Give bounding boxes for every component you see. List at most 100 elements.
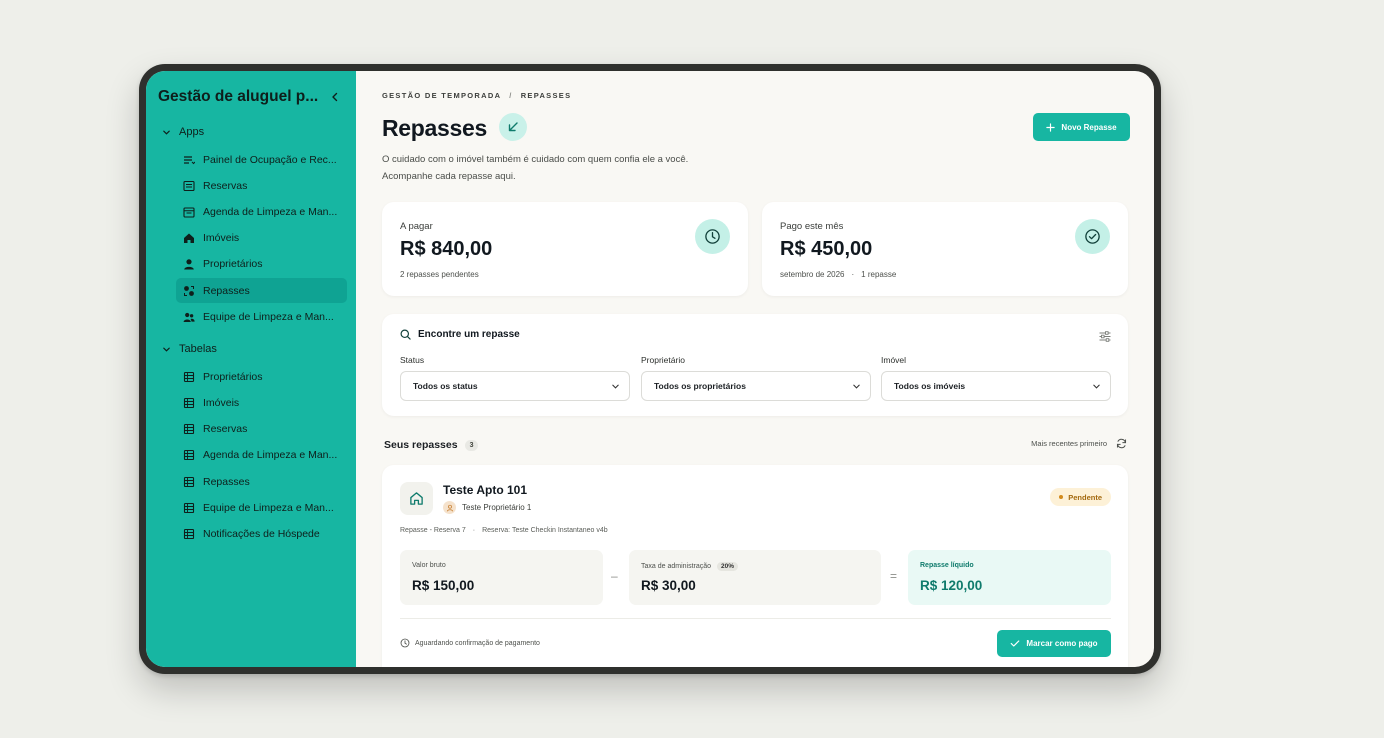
breadcrumb: GESTÃO DE TEMPORADA / REPASSES bbox=[382, 91, 571, 100]
minus-operator: – bbox=[611, 569, 618, 583]
owner-select-value: Todos os proprietários bbox=[654, 381, 746, 391]
list-lines-icon bbox=[183, 154, 195, 166]
stat-card-a-pagar: A pagar R$ 840,00 2 repasses pendentes bbox=[382, 202, 748, 296]
mark-as-paid-label: Marcar como pago bbox=[1026, 639, 1098, 648]
sidebar-item-label: Proprietários bbox=[203, 370, 263, 383]
stat-subtext-item: 1 repasse bbox=[861, 270, 897, 279]
sidebar-table-equipe[interactable]: Equipe de Limpeza e Man... bbox=[176, 495, 347, 520]
stat-label: A pagar bbox=[400, 221, 433, 232]
count-badge: 3 bbox=[464, 439, 479, 451]
reference-row: Repasse - Reserva 7 · Reserva: Teste Che… bbox=[400, 527, 608, 534]
users-icon bbox=[183, 311, 195, 323]
sidebar-item-label: Notificações de Hóspede bbox=[203, 527, 320, 540]
card-divider bbox=[400, 618, 1111, 619]
plus-icon bbox=[1046, 122, 1056, 132]
app-window: Gestão de aluguel p... Apps Painel de Oc… bbox=[146, 71, 1154, 667]
fee-label: Taxa de administração bbox=[641, 563, 712, 570]
chevron-down-icon bbox=[612, 384, 619, 389]
sidebar-item-label: Equipe de Limpeza e Man... bbox=[203, 310, 334, 323]
stat-subtext-item: setembro de 2026 bbox=[780, 270, 845, 279]
breadcrumb-item-current: REPASSES bbox=[520, 91, 572, 100]
sidebar-item-label: Agenda de Limpeza e Man... bbox=[203, 205, 338, 218]
filter-title: Encontre um repasse bbox=[400, 329, 520, 340]
sidebar-table-notificacoes[interactable]: Notificações de Hóspede bbox=[176, 521, 347, 546]
mark-as-paid-button[interactable]: Marcar como pago bbox=[997, 630, 1111, 657]
check-circle-icon bbox=[1075, 219, 1110, 254]
sidebar-item-label: Repasses bbox=[203, 284, 250, 297]
sidebar-table-reservas[interactable]: Reservas bbox=[176, 416, 347, 441]
filter-card: Encontre um repasse Status Todos os stat… bbox=[382, 314, 1128, 416]
repasse-reference: Repasse - Reserva 7 bbox=[400, 527, 466, 534]
sidebar-item-label: Imóveis bbox=[203, 231, 240, 244]
sort-control[interactable]: Mais recentes primeiro bbox=[1031, 438, 1127, 449]
search-icon bbox=[400, 329, 411, 340]
sidebar-item-label: Proprietários bbox=[203, 257, 263, 270]
sidebar-item-equipe[interactable]: Equipe de Limpeza e Man... bbox=[176, 304, 347, 329]
sidebar-item-painel[interactable]: Painel de Ocupação e Rec... bbox=[176, 147, 347, 172]
device-frame: Gestão de aluguel p... Apps Painel de Oc… bbox=[139, 64, 1161, 674]
sidebar-item-proprietarios[interactable]: Proprietários bbox=[176, 251, 347, 276]
stat-card-pago-mes: Pago este mês R$ 450,00 setembro de 2026… bbox=[762, 202, 1128, 296]
sidebar-section-label: Apps bbox=[179, 126, 205, 138]
table-icon bbox=[183, 502, 195, 514]
sliders-icon[interactable] bbox=[1099, 329, 1111, 347]
reference-separator: · bbox=[472, 527, 476, 534]
sidebar-title: Gestão de aluguel p... bbox=[158, 88, 319, 105]
status-select[interactable]: Todos os status bbox=[400, 371, 630, 401]
sidebar-table-proprietarios[interactable]: Proprietários bbox=[176, 364, 347, 389]
sidebar-item-label: Agenda de Limpeza e Man... bbox=[203, 448, 338, 461]
stat-subtext: setembro de 2026 · 1 repasse bbox=[780, 270, 896, 279]
home-icon bbox=[183, 232, 195, 244]
sidebar: Gestão de aluguel p... Apps Painel de Oc… bbox=[146, 71, 356, 667]
calendar-icon bbox=[183, 206, 195, 218]
new-repasse-button[interactable]: Novo Repasse bbox=[1033, 113, 1130, 141]
subtitle-line: O cuidado com o imóvel também é cuidado … bbox=[382, 154, 689, 165]
list-box-icon bbox=[183, 180, 195, 192]
owner-filter-label: Proprietário bbox=[641, 355, 685, 365]
new-repasse-button-label: Novo Repasse bbox=[1061, 122, 1117, 132]
status-badge: Pendente bbox=[1050, 488, 1111, 506]
list-header: Seus repasses 3 bbox=[384, 439, 479, 451]
breadcrumb-item-root[interactable]: GESTÃO DE TEMPORADA bbox=[382, 91, 501, 100]
sidebar-table-imoveis[interactable]: Imóveis bbox=[176, 390, 347, 415]
sidebar-section-tabelas[interactable]: Tabelas bbox=[162, 343, 217, 355]
net-value-box: Repasse líquido R$ 120,00 bbox=[908, 550, 1111, 605]
gross-value-box: Valor bruto R$ 150,00 bbox=[400, 550, 603, 605]
main-content: GESTÃO DE TEMPORADA / REPASSES Repasses … bbox=[356, 71, 1154, 667]
owner-select[interactable]: Todos os proprietários bbox=[641, 371, 871, 401]
status-badge-label: Pendente bbox=[1068, 492, 1102, 502]
table-icon bbox=[183, 423, 195, 435]
sidebar-table-repasses[interactable]: Repasses bbox=[176, 469, 347, 494]
sidebar-header: Gestão de aluguel p... bbox=[158, 86, 344, 108]
fee-label-row: Taxa de administração 20% bbox=[641, 562, 739, 571]
arrow-down-left-icon bbox=[499, 113, 527, 141]
breadcrumb-separator: / bbox=[509, 91, 513, 100]
repasse-card[interactable]: Teste Apto 101 Teste Proprietário 1 Pend… bbox=[382, 465, 1128, 667]
chevron-down-icon bbox=[163, 130, 170, 135]
sort-label: Mais recentes primeiro bbox=[1031, 439, 1107, 448]
stat-subtext-item: 2 repasses pendentes bbox=[400, 270, 479, 279]
table-icon bbox=[183, 528, 195, 540]
owner-row: Teste Proprietário 1 bbox=[443, 501, 531, 514]
sidebar-section-apps[interactable]: Apps bbox=[162, 126, 204, 138]
owner-name: Teste Proprietário 1 bbox=[462, 503, 532, 512]
sidebar-item-imoveis[interactable]: Imóveis bbox=[176, 225, 347, 250]
sidebar-item-reservas[interactable]: Reservas bbox=[176, 173, 347, 198]
chevron-left-icon[interactable] bbox=[326, 88, 344, 106]
filter-title-label: Encontre um repasse bbox=[418, 329, 520, 340]
status-select-value: Todos os status bbox=[413, 381, 478, 391]
sidebar-table-agenda[interactable]: Agenda de Limpeza e Man... bbox=[176, 442, 347, 467]
property-select[interactable]: Todos os imóveis bbox=[881, 371, 1111, 401]
stat-value: R$ 450,00 bbox=[780, 238, 873, 260]
reservation-reference: Reserva: Teste Checkin Instantaneo v4b bbox=[482, 527, 608, 534]
fee-percent-badge: 20% bbox=[717, 562, 739, 571]
awaiting-label: Aguardando confirmação de pagamento bbox=[415, 639, 540, 647]
property-filter-label: Imóvel bbox=[881, 355, 907, 365]
sidebar-item-repasses[interactable]: Repasses bbox=[176, 278, 347, 303]
net-label: Repasse líquido bbox=[920, 562, 974, 569]
status-filter-label: Status bbox=[400, 355, 425, 365]
sidebar-item-agenda[interactable]: Agenda de Limpeza e Man... bbox=[176, 199, 347, 224]
list-title: Seus repasses bbox=[384, 439, 458, 451]
clock-icon bbox=[695, 219, 730, 254]
user-icon bbox=[183, 258, 195, 270]
